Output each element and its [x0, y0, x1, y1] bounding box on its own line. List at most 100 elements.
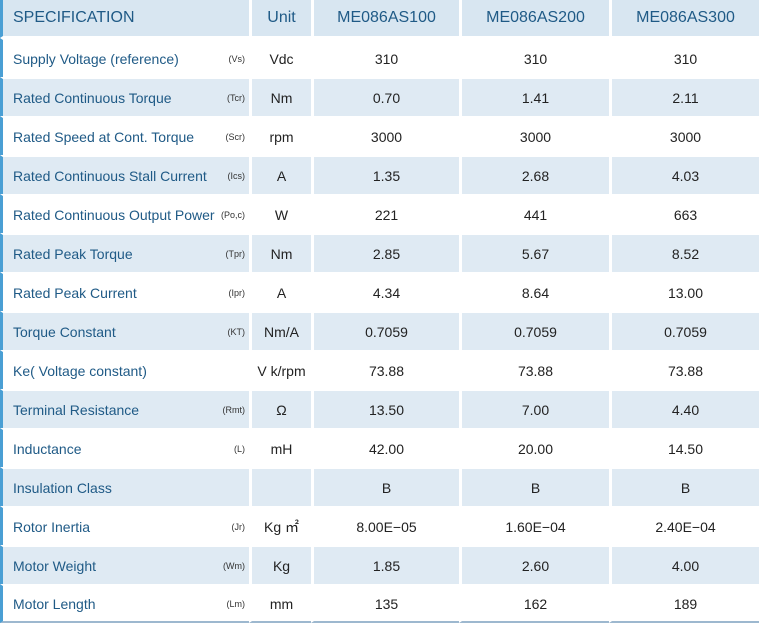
- value-cell-model-1: 0.7059: [311, 311, 459, 350]
- spec-cell: Rated Peak Current (Ipr): [0, 272, 249, 311]
- spec-cell: Rated Continuous Stall Current (Ics): [0, 155, 249, 194]
- spec-name: Ke( Voltage constant): [13, 362, 147, 379]
- value-cell-model-2: 441: [459, 194, 609, 233]
- spec-name: Supply Voltage (reference): [13, 50, 179, 67]
- value-cell-model-2: 5.67: [459, 233, 609, 272]
- table-row: Insulation Class B B B: [0, 467, 759, 506]
- value-cell-model-2: 2.60: [459, 545, 609, 584]
- value-cell-model-3: 189: [609, 584, 759, 623]
- spec-symbol: (Rmt): [222, 404, 246, 415]
- value-cell-model-3: 13.00: [609, 272, 759, 311]
- value-cell-model-3: 14.50: [609, 428, 759, 467]
- table-row: Rotor Inertia (Jr) Kg ㎡ 8.00E−05 1.60E−04 2.4…: [0, 506, 759, 545]
- spec-name: Rotor Inertia: [13, 518, 91, 535]
- value-cell-model-2: 7.00: [459, 389, 609, 428]
- value-cell-model-3: 310: [609, 38, 759, 77]
- spec-name: Rated Continuous Torque: [13, 89, 172, 106]
- value-cell-model-1: 4.34: [311, 272, 459, 311]
- spec-cell: Torque Constant (KT): [0, 311, 249, 350]
- table-row: Motor Length (Lm) mm 135 162 189: [0, 584, 759, 623]
- value-cell-model-1: 0.70: [311, 77, 459, 116]
- value-cell-model-1: 1.35: [311, 155, 459, 194]
- spec-name: Insulation Class: [13, 479, 112, 496]
- spec-symbol: (Lm): [226, 598, 246, 609]
- table-row: Rated Speed at Cont. Torque (Scr) rpm 3000 3…: [0, 116, 759, 155]
- spec-symbol: (Jr): [231, 521, 246, 532]
- spec-symbol: (KT): [227, 326, 246, 337]
- value-cell-model-1: 2.85: [311, 233, 459, 272]
- value-cell-model-3: 4.00: [609, 545, 759, 584]
- value-cell-model-2: 162: [459, 584, 609, 623]
- spec-symbol: (Ipr): [228, 287, 246, 298]
- value-cell-model-3: 2.11: [609, 77, 759, 116]
- spec-cell: Rated Continuous Torque (Tcr): [0, 77, 249, 116]
- header-model-1: ME086AS100: [311, 0, 459, 38]
- unit-cell: A: [249, 272, 311, 311]
- unit-cell: A: [249, 155, 311, 194]
- value-cell-model-3: 3000: [609, 116, 759, 155]
- table-row: Supply Voltage (reference) (Vs) Vdc 310 310 3…: [0, 38, 759, 77]
- value-cell-model-1: 13.50: [311, 389, 459, 428]
- unit-cell: Nm: [249, 233, 311, 272]
- value-cell-model-3: 4.40: [609, 389, 759, 428]
- value-cell-model-2: 1.41: [459, 77, 609, 116]
- header-unit: Unit: [249, 0, 311, 38]
- unit-cell: rpm: [249, 116, 311, 155]
- value-cell-model-3: 8.52: [609, 233, 759, 272]
- value-cell-model-3: 73.88: [609, 350, 759, 389]
- unit-cell: W: [249, 194, 311, 233]
- spec-name: Rated Continuous Output Power: [13, 206, 215, 223]
- spec-name: Rated Speed at Cont. Torque: [13, 128, 195, 145]
- value-cell-model-1: 310: [311, 38, 459, 77]
- unit-cell: Kg: [249, 545, 311, 584]
- spec-symbol: (Ics): [227, 170, 246, 181]
- value-cell-model-1: 221: [311, 194, 459, 233]
- value-cell-model-2: 0.7059: [459, 311, 609, 350]
- spec-symbol: (L): [234, 443, 245, 454]
- unit-cell: [249, 467, 311, 506]
- spec-name: Rated Continuous Stall Current: [13, 167, 207, 184]
- spec-cell: Rated Speed at Cont. Torque (Scr): [0, 116, 249, 155]
- table-row: Rated Continuous Output Power (Po,c) W 221 4…: [0, 194, 759, 233]
- value-cell-model-1: 1.85: [311, 545, 459, 584]
- spec-cell: Motor Length (Lm): [0, 584, 249, 623]
- header-specification: SPECIFICATION: [0, 0, 249, 38]
- spec-name: Torque Constant: [13, 323, 116, 340]
- spec-cell: Ke( Voltage constant): [0, 350, 249, 389]
- spec-cell: Terminal Resistance (Rmt): [0, 389, 249, 428]
- unit-cell: mH: [249, 428, 311, 467]
- spec-symbol: (Vs): [228, 53, 246, 64]
- unit-cell: Kg ㎡: [249, 506, 311, 545]
- table-row: Motor Weight (Wm) Kg 1.85 2.60 4.00: [0, 545, 759, 584]
- value-cell-model-3: 4.03: [609, 155, 759, 194]
- spec-cell: Rated Peak Torque (Tpr): [0, 233, 249, 272]
- spec-name: Motor Length: [13, 595, 96, 612]
- spec-cell: Insulation Class: [0, 467, 249, 506]
- table-row: Rated Continuous Stall Current (Ics) A 1.35…: [0, 155, 759, 194]
- specification-table: SPECIFICATION Unit ME086AS100 ME086AS200…: [0, 0, 759, 623]
- value-cell-model-1: 73.88: [311, 350, 459, 389]
- spec-name: Inductance: [13, 440, 82, 457]
- table-row: Terminal Resistance (Rmt) Ω 13.50 7.00 4.40: [0, 389, 759, 428]
- unit-cell: Nm/A: [249, 311, 311, 350]
- spec-name: Rated Peak Torque: [13, 245, 133, 262]
- spec-name: Terminal Resistance: [13, 401, 140, 418]
- spec-symbol: (Wm): [223, 560, 245, 571]
- table-body: Supply Voltage (reference) (Vs) Vdc 310 310 3…: [0, 38, 759, 623]
- value-cell-model-1: 135: [311, 584, 459, 623]
- value-cell-model-2: 8.64: [459, 272, 609, 311]
- unit-cell: Nm: [249, 77, 311, 116]
- header-model-2: ME086AS200: [459, 0, 609, 38]
- value-cell-model-3: 0.7059: [609, 311, 759, 350]
- value-cell-model-2: 73.88: [459, 350, 609, 389]
- value-cell-model-2: 3000: [459, 116, 609, 155]
- spec-cell: Inductance (L): [0, 428, 249, 467]
- unit-cell: mm: [249, 584, 311, 623]
- value-cell-model-3: 663: [609, 194, 759, 233]
- spec-name: Motor Weight: [13, 557, 96, 574]
- value-cell-model-3: B: [609, 467, 759, 506]
- table-row: Inductance (L) mH 42.00 20.00 14.50: [0, 428, 759, 467]
- value-cell-model-2: 2.68: [459, 155, 609, 194]
- value-cell-model-2: 1.60E−04: [459, 506, 609, 545]
- value-cell-model-1: 42.00: [311, 428, 459, 467]
